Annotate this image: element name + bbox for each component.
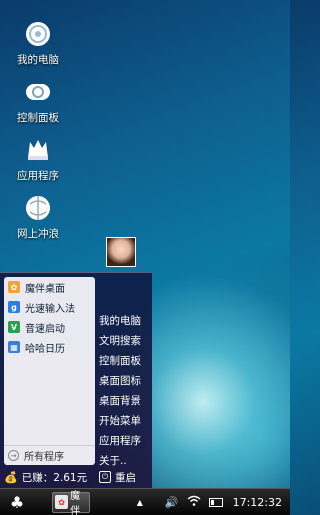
shortcut-desktop-icons[interactable]: 桌面图标 <box>99 371 151 391</box>
desktop-icon-browser[interactable]: 网上冲浪 <box>10 194 66 241</box>
battery-icon[interactable] <box>208 497 223 507</box>
app-item-calendar[interactable]: ▦ 哈哈日历 <box>4 337 95 357</box>
shortcut-desktop-background[interactable]: 桌面背景 <box>99 391 151 411</box>
calendar-icon: ▦ <box>8 341 20 353</box>
start-button[interactable]: ♣ <box>0 489 34 515</box>
shortcut-search[interactable]: 文明搜索 <box>99 331 151 351</box>
start-menu-app-list: ✿ 魔伴桌面 g 光速输入法 V 音速启动 ▦ 哈哈日历 → 所有程序 <box>4 277 95 465</box>
avatar[interactable] <box>106 237 136 267</box>
computer-icon <box>23 20 53 48</box>
mobo-app-icon: ✿ <box>55 495 69 509</box>
desktop-icon-control-panel[interactable]: 控制面板 <box>10 78 66 125</box>
app-item-input-method[interactable]: g 光速输入法 <box>4 297 95 317</box>
desktop-icon-label: 网上冲浪 <box>17 228 59 240</box>
arrow-right-icon: → <box>8 450 19 461</box>
all-programs-button[interactable]: → 所有程序 <box>4 445 95 465</box>
desktop-icon-label: 控制面板 <box>17 112 59 124</box>
power-icon: ⏻ <box>99 471 111 483</box>
applications-icon <box>23 136 53 164</box>
taskbar-item-mobo[interactable]: ✿ 魔伴 <box>52 491 90 515</box>
browser-icon <box>23 194 53 222</box>
tray-expand-icon[interactable]: ▲ <box>137 498 143 507</box>
taskbar: ♣ ✿ 魔伴 ▲ 🔊 17:12:32 <box>0 488 290 515</box>
money-bag-icon: 💰 <box>4 470 18 484</box>
system-tray: ▲ 🔊 17:12:32 <box>137 489 290 515</box>
volume-icon[interactable]: 🔊 <box>165 496 179 509</box>
app-item-mobo-desktop[interactable]: ✿ 魔伴桌面 <box>4 277 95 297</box>
desktop-icon-my-computer[interactable]: 我的电脑 <box>10 20 66 67</box>
clover-icon: ♣ <box>9 492 25 512</box>
desktop-icon-applications[interactable]: 应用程序 <box>10 136 66 183</box>
shortcut-start-menu[interactable]: 开始菜单 <box>99 411 151 431</box>
shortcut-my-computer[interactable]: 我的电脑 <box>99 311 151 331</box>
shortcut-applications[interactable]: 应用程序 <box>99 431 151 451</box>
clock[interactable]: 17:12:32 <box>233 496 282 509</box>
quick-launch-icon: V <box>8 321 20 333</box>
restart-button[interactable]: ⏻ 重启 <box>99 470 136 485</box>
shortcut-control-panel[interactable]: 控制面板 <box>99 351 151 371</box>
desktop-icon-label: 我的电脑 <box>17 54 59 66</box>
mobo-desktop-icon: ✿ <box>8 281 20 293</box>
app-item-quick-launch[interactable]: V 音速启动 <box>4 317 95 337</box>
desktop-icon-label: 应用程序 <box>17 170 59 182</box>
start-menu: ✿ 魔伴桌面 g 光速输入法 V 音速启动 ▦ 哈哈日历 → 所有程序 我的电脑… <box>0 237 152 490</box>
control-panel-icon <box>23 78 53 106</box>
start-menu-shortcuts: 我的电脑 文明搜索 控制面板 桌面图标 桌面背景 开始菜单 应用程序 关于.. <box>99 311 151 471</box>
wifi-icon[interactable] <box>187 495 201 509</box>
input-method-icon: g <box>8 301 20 313</box>
earnings-display: 💰 已赚：2.61元 <box>4 470 88 484</box>
